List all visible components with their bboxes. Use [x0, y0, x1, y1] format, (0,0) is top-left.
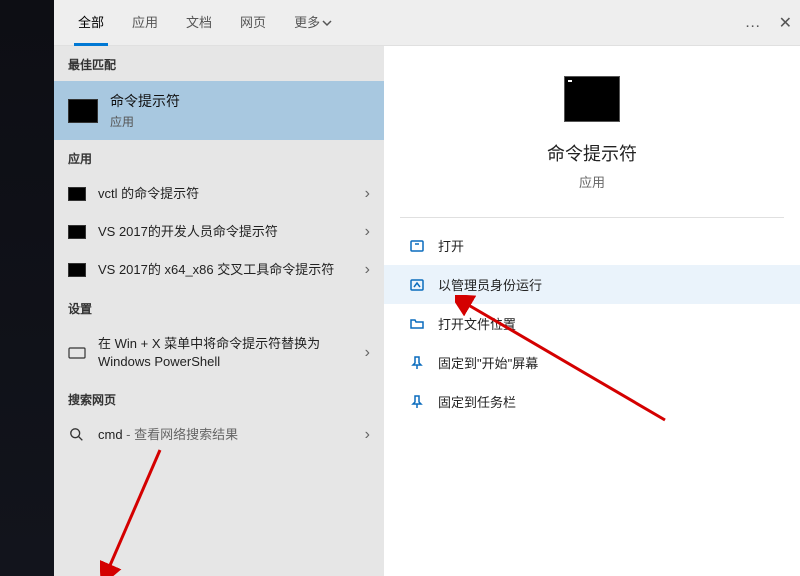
tab-all[interactable]: 全部 — [64, 0, 118, 46]
app-row-vs2017-cross[interactable]: VS 2017的 x64_x86 交叉工具命令提示符 › — [54, 251, 384, 289]
settings-icon — [68, 346, 86, 360]
chevron-right-icon: › — [365, 261, 370, 279]
chevron-right-icon: › — [365, 344, 370, 362]
best-match-item[interactable]: 命令提示符 应用 — [54, 81, 384, 140]
action-run-admin[interactable]: 以管理员身份运行 — [384, 265, 800, 304]
cmd-icon — [68, 225, 86, 239]
action-label: 打开文件位置 — [438, 314, 516, 333]
tab-web[interactable]: 网页 — [226, 0, 280, 46]
app-row-vctl[interactable]: vctl 的命令提示符 › — [54, 175, 384, 213]
cmd-icon — [68, 99, 98, 123]
actions-list: 打开 以管理员身份运行 打开文件位置 — [384, 218, 800, 429]
detail-column: 命令提示符 应用 打开 以管理员身份运行 — [384, 46, 800, 576]
chevron-right-icon: › — [365, 185, 370, 203]
app-row-label: vctl 的命令提示符 — [98, 185, 353, 203]
columns: 最佳匹配 命令提示符 应用 应用 vctl 的命令提示符 › VS 2017的开… — [54, 46, 800, 576]
settings-row-label: 在 Win + X 菜单中将命令提示符替换为 Windows PowerShel… — [98, 335, 353, 371]
web-row-cmd[interactable]: cmd - 查看网络搜索结果 › — [54, 416, 384, 454]
tabs-bar: 全部 应用 文档 网页 更多 … ✕ — [54, 0, 800, 46]
app-row-vs2017-dev[interactable]: VS 2017的开发人员命令提示符 › — [54, 213, 384, 251]
detail-title: 命令提示符 — [547, 140, 637, 166]
tab-apps[interactable]: 应用 — [118, 0, 172, 46]
detail-subtitle: 应用 — [579, 172, 605, 191]
cmd-icon — [68, 263, 86, 277]
chevron-down-icon — [322, 18, 332, 28]
search-icon — [68, 428, 86, 442]
app-row-label: VS 2017的开发人员命令提示符 — [98, 223, 353, 241]
action-label: 固定到"开始"屏幕 — [438, 353, 538, 372]
open-icon — [408, 237, 426, 255]
tab-more[interactable]: 更多 — [280, 0, 346, 46]
action-label: 固定到任务栏 — [438, 392, 516, 411]
pin-icon — [408, 393, 426, 411]
admin-icon — [408, 276, 426, 294]
more-icon[interactable]: … — [745, 14, 761, 32]
top-right-controls: … ✕ — [745, 0, 792, 46]
search-panel: 全部 应用 文档 网页 更多 … ✕ 最佳匹配 命令提示符 应用 应用 — [54, 0, 800, 576]
pin-icon — [408, 354, 426, 372]
folder-icon — [408, 315, 426, 333]
action-open[interactable]: 打开 — [384, 226, 800, 265]
web-row-prefix: cmd — [98, 427, 123, 442]
best-match-subtitle: 应用 — [110, 113, 180, 130]
tab-docs[interactable]: 文档 — [172, 0, 226, 46]
chevron-right-icon: › — [365, 223, 370, 241]
detail-head: 命令提示符 应用 — [400, 76, 784, 218]
app-row-label: VS 2017的 x64_x86 交叉工具命令提示符 — [98, 261, 353, 279]
action-pin-taskbar[interactable]: 固定到任务栏 — [384, 382, 800, 421]
desktop-dark-strip — [0, 0, 54, 576]
section-web: 搜索网页 — [54, 381, 384, 416]
action-label: 以管理员身份运行 — [438, 275, 542, 294]
results-column: 最佳匹配 命令提示符 应用 应用 vctl 的命令提示符 › VS 2017的开… — [54, 46, 384, 576]
chevron-right-icon: › — [365, 426, 370, 444]
settings-row-winx[interactable]: 在 Win + X 菜单中将命令提示符替换为 Windows PowerShel… — [54, 325, 384, 381]
section-settings: 设置 — [54, 290, 384, 325]
action-open-location[interactable]: 打开文件位置 — [384, 304, 800, 343]
tab-more-label: 更多 — [294, 0, 320, 46]
best-match-title: 命令提示符 — [110, 91, 180, 111]
web-row-suffix: - 查看网络搜索结果 — [123, 427, 239, 442]
web-row-label: cmd - 查看网络搜索结果 — [98, 426, 353, 444]
section-apps: 应用 — [54, 140, 384, 175]
action-label: 打开 — [438, 236, 464, 255]
close-icon[interactable]: ✕ — [779, 13, 792, 33]
action-pin-start[interactable]: 固定到"开始"屏幕 — [384, 343, 800, 382]
cmd-icon — [68, 187, 86, 201]
best-match-text: 命令提示符 应用 — [110, 91, 180, 130]
section-best-match: 最佳匹配 — [54, 46, 384, 81]
cmd-large-icon — [564, 76, 620, 122]
